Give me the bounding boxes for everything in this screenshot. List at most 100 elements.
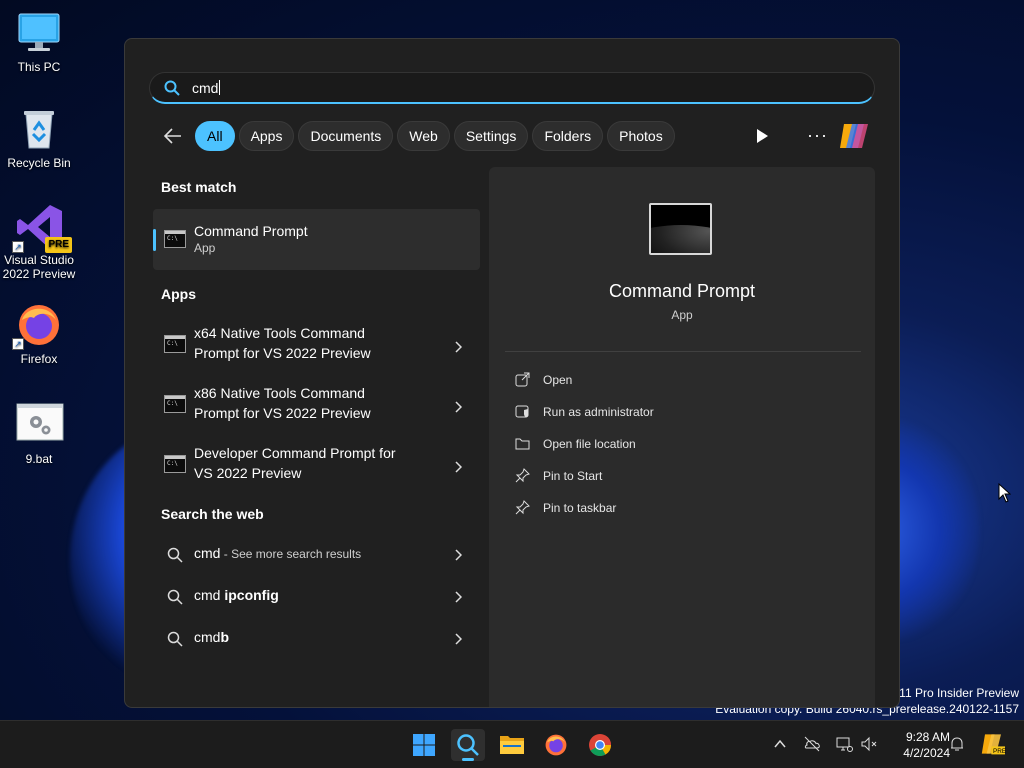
- clock[interactable]: 9:28 AM 4/2/2024: [880, 729, 950, 761]
- best-match-item[interactable]: C:\ Command Prompt App: [153, 209, 480, 270]
- search-web-heading: Search the web: [161, 506, 264, 522]
- desktop-icon-9-bat[interactable]: 9.bat: [0, 402, 78, 466]
- search-icon: [167, 631, 183, 647]
- web-result-hint: - See more search results: [220, 547, 362, 561]
- app-result-line1: x86 Native Tools Command: [194, 385, 365, 401]
- web-result-text: cmd: [194, 629, 221, 645]
- folder-icon: [515, 438, 530, 450]
- more-options-icon[interactable]: ···: [807, 125, 828, 146]
- start-button[interactable]: [407, 729, 441, 761]
- apps-heading: Apps: [161, 286, 196, 302]
- preview-pane: Command Prompt App Open Run as administr…: [489, 167, 875, 707]
- file-explorer-icon: [500, 736, 524, 754]
- desktop-icon-label: Recycle Bin: [7, 156, 71, 170]
- volume-muted-icon[interactable]: [860, 735, 878, 753]
- firefox-icon: ↗: [12, 302, 62, 350]
- chevron-right-icon[interactable]: [454, 341, 462, 353]
- desktop-icon-label: This PC: [17, 60, 61, 74]
- app-result-line2: VS 2022 Preview: [194, 465, 302, 481]
- start-icon: [413, 734, 435, 756]
- best-match-title: Command Prompt: [194, 223, 308, 239]
- pin-icon: [515, 468, 530, 483]
- web-result-bold: b: [220, 629, 230, 645]
- monitor-icon: [16, 10, 62, 56]
- copilot-icon[interactable]: [838, 121, 870, 151]
- search-icon: [167, 547, 183, 563]
- clock-time: 9:28 AM: [905, 730, 950, 744]
- divider: [505, 351, 861, 352]
- chevron-right-icon[interactable]: [454, 633, 462, 645]
- chevron-right-icon[interactable]: [454, 461, 462, 473]
- clock-date: 4/2/2024: [903, 746, 950, 760]
- shortcut-arrow-icon: ↗: [12, 338, 24, 350]
- app-result-line2: Prompt for VS 2022 Preview: [194, 345, 371, 361]
- web-result-bold: ipconfig: [224, 587, 279, 603]
- shield-admin-icon: [515, 405, 529, 418]
- taskbar-search-button[interactable]: [451, 729, 485, 761]
- open-external-icon: [515, 372, 530, 387]
- app-result-item[interactable]: C:\ x86 Native Tools Command Prompt for …: [153, 377, 480, 437]
- app-result-item[interactable]: C:\ x64 Native Tools Command Prompt for …: [153, 317, 480, 377]
- batch-file-icon: [16, 402, 64, 448]
- filter-chip-documents[interactable]: Documents: [298, 121, 394, 151]
- filter-chip-apps[interactable]: Apps: [238, 121, 295, 151]
- best-match-subtitle: App: [194, 241, 216, 255]
- preview-subtitle: App: [671, 308, 693, 322]
- chevron-right-icon[interactable]: [454, 549, 462, 561]
- chrome-icon: [589, 734, 611, 756]
- desktop-icon-label: Firefox: [20, 352, 58, 366]
- watermark-line-1: s 11 Pro Insider Preview: [889, 686, 1019, 700]
- desktop-icon-label: 2022 Preview: [2, 267, 76, 281]
- command-prompt-icon: C:\: [164, 335, 186, 353]
- search-icon: [457, 734, 479, 756]
- app-result-item[interactable]: C:\ Developer Command Prompt for VS 2022…: [153, 437, 480, 497]
- web-result-item[interactable]: cmd ipconfig: [153, 577, 480, 617]
- command-prompt-icon: C:\: [164, 230, 186, 248]
- taskbar-firefox[interactable]: [539, 729, 573, 761]
- filter-bar: All Apps Documents Web Settings Folders …: [161, 120, 679, 152]
- command-prompt-icon: C:\: [164, 455, 186, 473]
- taskbar: 9:28 AM 4/2/2024 PRE: [0, 720, 1024, 768]
- search-input[interactable]: cmd: [149, 72, 875, 104]
- firefox-icon: [545, 734, 567, 756]
- desktop-icon-label: Visual Studio: [4, 253, 74, 267]
- command-prompt-large-icon: [649, 203, 712, 255]
- network-icon[interactable]: [835, 735, 853, 753]
- app-result-line1: Developer Command Prompt for: [194, 445, 396, 461]
- filter-chip-photos[interactable]: Photos: [607, 121, 675, 151]
- app-result-line1: x64 Native Tools Command: [194, 325, 365, 341]
- chevron-right-icon[interactable]: [454, 591, 462, 603]
- filter-chip-all[interactable]: All: [195, 121, 235, 151]
- selection-indicator: [153, 229, 156, 251]
- chevron-right-icon[interactable]: [454, 401, 462, 413]
- desktop-icon-visual-studio[interactable]: PRE ↗ Visual Studio 2022 Preview: [0, 203, 78, 281]
- chevron-up-icon[interactable]: [771, 735, 789, 753]
- app-result-line2: Prompt for VS 2022 Preview: [194, 405, 371, 421]
- web-result-item[interactable]: cmd - See more search results: [153, 535, 480, 575]
- filter-chip-settings[interactable]: Settings: [453, 121, 529, 151]
- desktop-icon-this-pc[interactable]: This PC: [0, 10, 78, 74]
- filter-chip-folders[interactable]: Folders: [532, 121, 604, 151]
- desktop-icon-firefox[interactable]: ↗ Firefox: [0, 302, 78, 366]
- notification-bell-icon[interactable]: [948, 735, 966, 753]
- search-icon: [167, 589, 183, 605]
- recycle-bin-icon: [16, 106, 62, 152]
- active-indicator: [462, 758, 474, 761]
- onedrive-offline-icon[interactable]: [803, 735, 821, 753]
- taskbar-chrome[interactable]: [583, 729, 617, 761]
- taskbar-file-explorer[interactable]: [495, 729, 529, 761]
- filter-chip-web[interactable]: Web: [397, 121, 450, 151]
- pin-icon: [515, 500, 530, 515]
- preview-title: Command Prompt: [608, 281, 756, 301]
- visual-studio-icon: PRE ↗: [12, 203, 72, 253]
- desktop-icon-label: 9.bat: [25, 452, 53, 466]
- desktop-icon-recycle-bin[interactable]: Recycle Bin: [0, 106, 78, 170]
- copilot-pre-icon[interactable]: PRE: [980, 732, 1006, 756]
- web-result-text: cmd: [194, 545, 221, 561]
- search-input-value: cmd: [192, 80, 221, 96]
- pre-badge: PRE: [45, 237, 72, 253]
- command-prompt-icon: C:\: [164, 395, 186, 413]
- back-arrow-icon[interactable]: [161, 124, 185, 148]
- web-result-item[interactable]: cmdb: [153, 619, 480, 659]
- play-more-filters-icon[interactable]: [755, 128, 769, 144]
